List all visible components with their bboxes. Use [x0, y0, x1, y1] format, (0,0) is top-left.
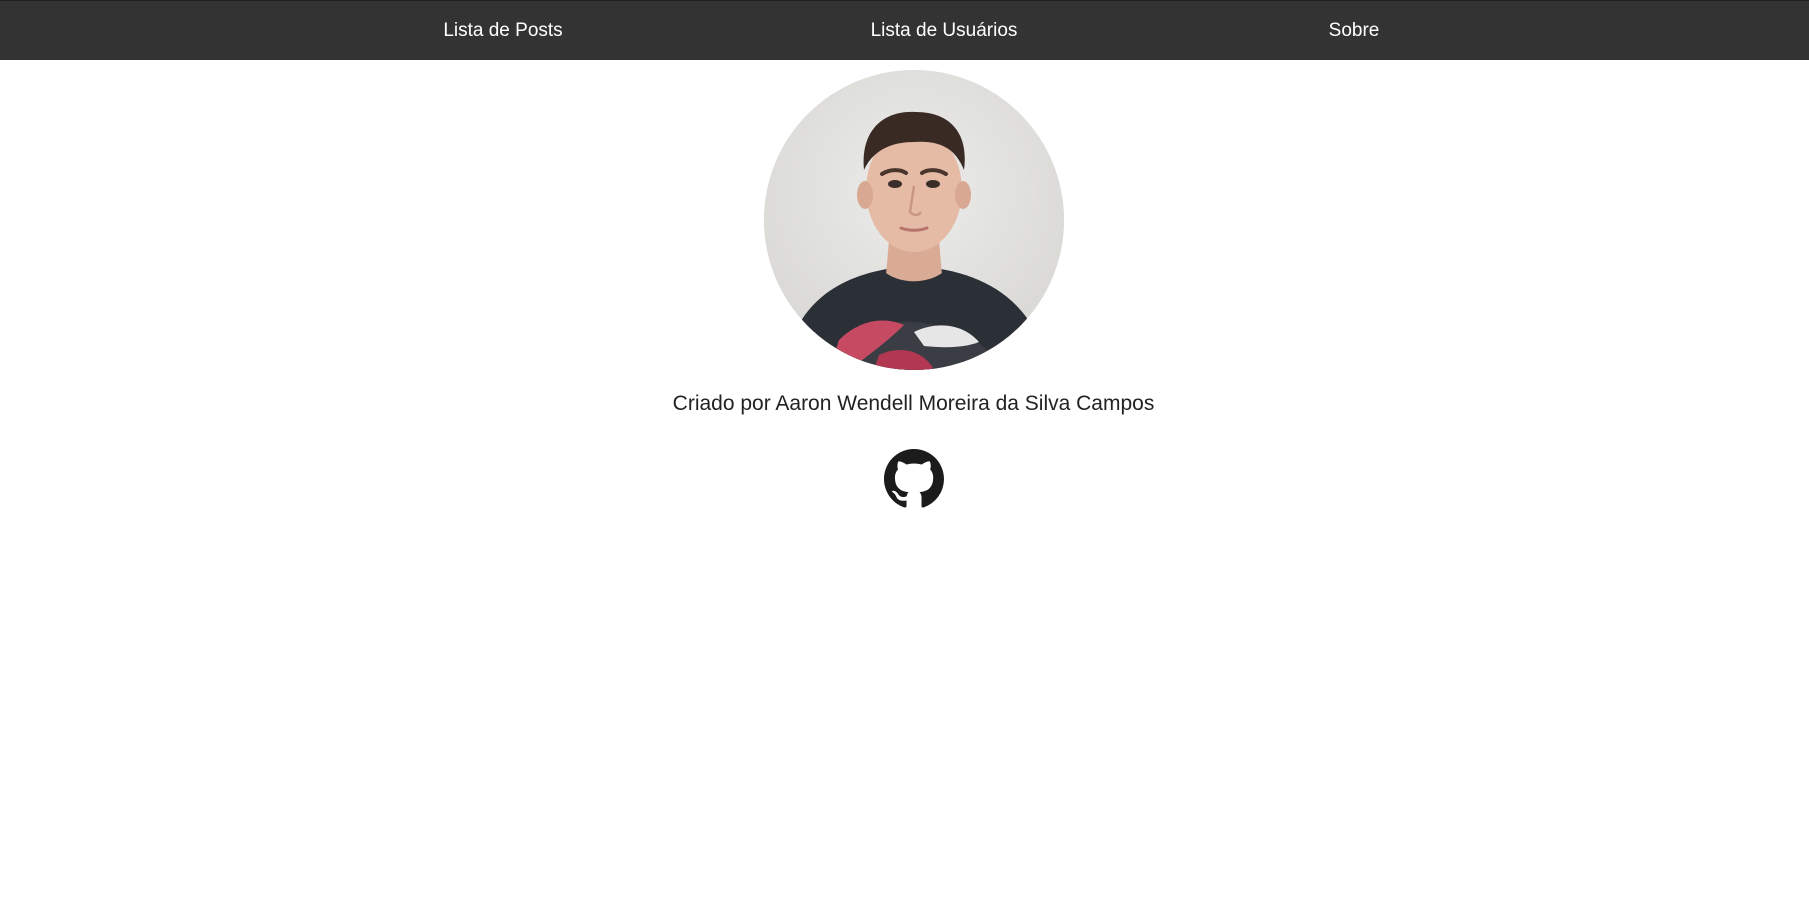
profile-photo-illustration	[764, 70, 1064, 370]
top-navbar: Lista de Posts Lista de Usuários Sobre	[0, 0, 1809, 60]
nav-link-posts[interactable]: Lista de Posts	[443, 1, 562, 61]
github-icon	[884, 449, 944, 508]
nav-link-users[interactable]: Lista de Usuários	[871, 1, 1018, 61]
github-link[interactable]	[884, 449, 944, 509]
author-credit: Criado por Aaron Wendell Moreira da Silv…	[672, 392, 1155, 415]
profile-avatar	[764, 70, 1064, 370]
about-page: Criado por Aaron Wendell Moreira da Silv…	[0, 60, 1809, 919]
nav-link-about[interactable]: Sobre	[1329, 1, 1380, 61]
